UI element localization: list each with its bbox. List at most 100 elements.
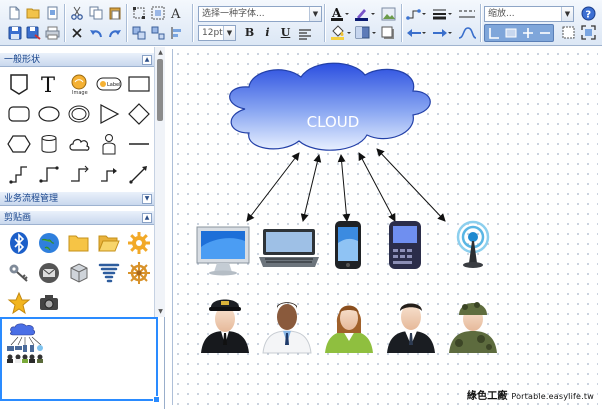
fullscreen-icon[interactable] <box>580 24 597 41</box>
outline-resize-handle[interactable] <box>153 396 160 403</box>
font-color-button[interactable]: A <box>330 5 350 22</box>
sidebar-scrollbar[interactable]: ▲ ▼ <box>154 47 165 317</box>
print-icon[interactable] <box>44 24 61 41</box>
cube-icon[interactable] <box>64 258 94 288</box>
pilot-avatar[interactable] <box>201 299 249 354</box>
blackberry-icon[interactable] <box>389 221 421 269</box>
connector-straight-shape[interactable] <box>124 159 154 189</box>
rectangle-shape[interactable] <box>124 69 154 99</box>
bold-button[interactable]: B <box>242 25 257 41</box>
label-shape[interactable]: Label <box>94 69 124 99</box>
text-size-icon[interactable]: A <box>168 4 185 21</box>
connector-arrow-shape[interactable] <box>94 159 124 189</box>
scroll-thumb[interactable] <box>157 59 163 121</box>
help-icon[interactable]: ? <box>580 5 597 22</box>
image-shape[interactable]: Image <box>64 69 94 99</box>
line-width-button[interactable] <box>432 5 454 22</box>
connector-elbow-shape[interactable] <box>4 159 34 189</box>
edge-blackberry[interactable] <box>358 152 396 222</box>
smartphone-icon[interactable] <box>335 221 361 269</box>
star-icon[interactable] <box>4 288 34 318</box>
tornado-icon[interactable] <box>94 258 124 288</box>
shadow-icon[interactable] <box>380 24 397 41</box>
camera-icon[interactable] <box>34 288 64 318</box>
triangle-shape[interactable] <box>94 99 124 129</box>
helm-icon[interactable] <box>124 258 154 288</box>
open-icon[interactable] <box>25 4 42 21</box>
delete-icon[interactable] <box>68 24 85 41</box>
line-shape[interactable] <box>124 129 154 159</box>
ellipse-shape[interactable] <box>34 99 64 129</box>
rhombus-shape[interactable] <box>124 99 154 129</box>
actor-shape[interactable] <box>94 129 124 159</box>
connector-style-button[interactable] <box>406 5 428 22</box>
cylinder-shape[interactable] <box>34 129 64 159</box>
italic-button[interactable]: i <box>260 25 275 41</box>
note-shape[interactable] <box>4 69 34 99</box>
arrow-start-button[interactable] <box>406 24 428 41</box>
cut-icon[interactable] <box>68 4 85 21</box>
edge-netbook[interactable] <box>300 154 322 222</box>
cloud-shape[interactable]: CLOUD <box>229 62 431 151</box>
arrow-end-button[interactable] <box>432 24 454 41</box>
actual-size-icon[interactable] <box>485 25 502 41</box>
fit-window-icon[interactable] <box>502 25 519 41</box>
scroll-up-icon[interactable]: ▲ <box>156 48 165 57</box>
redo-icon[interactable] <box>106 24 123 41</box>
rounded-rect-shape[interactable] <box>4 99 34 129</box>
zoom-select[interactable]: 缩放... ▼ <box>484 6 574 22</box>
undo-icon[interactable] <box>87 24 104 41</box>
align-icon[interactable] <box>168 24 185 41</box>
edge-desktop[interactable] <box>246 152 300 222</box>
text-align-icon[interactable] <box>296 25 313 42</box>
desktop-monitor-icon[interactable] <box>196 226 250 276</box>
netbook-icon[interactable] <box>259 229 319 267</box>
image-icon[interactable] <box>380 5 397 22</box>
globe-icon[interactable] <box>34 228 64 258</box>
fill-color-button[interactable] <box>330 24 352 41</box>
soldier-avatar[interactable] <box>449 302 497 353</box>
underline-button[interactable]: U <box>278 25 293 41</box>
save-as-icon[interactable] <box>25 24 42 41</box>
text-shape[interactable]: T <box>34 69 64 99</box>
connector-step-shape[interactable] <box>34 159 64 189</box>
zoom-out-icon[interactable] <box>536 25 553 41</box>
section-bpm[interactable]: 业务流程管理 ▼ <box>0 191 154 206</box>
section-general-shapes[interactable]: 一般形状 ▲ <box>0 52 154 67</box>
zoom-in-icon[interactable] <box>519 25 536 41</box>
businesswoman-avatar[interactable] <box>325 305 373 354</box>
hexagon-shape[interactable] <box>4 129 34 159</box>
page-view-icon[interactable] <box>560 24 577 41</box>
folder-icon[interactable] <box>64 228 94 258</box>
scroll-down-icon[interactable]: ▼ <box>156 307 165 316</box>
edge-smartphone[interactable] <box>337 154 351 222</box>
double-ellipse-shape[interactable] <box>64 99 94 129</box>
ungroup-icon[interactable] <box>149 24 166 41</box>
mail-icon[interactable] <box>34 258 64 288</box>
connector-curve-shape[interactable] <box>64 159 94 189</box>
import-icon[interactable] <box>44 4 61 21</box>
curve-icon[interactable] <box>458 24 478 41</box>
open-folder-icon[interactable] <box>94 228 124 258</box>
cloud-shape[interactable] <box>64 129 94 159</box>
collapse-icon[interactable]: ▲ <box>142 55 152 65</box>
paste-icon[interactable] <box>106 4 123 21</box>
edge-antenna[interactable] <box>376 148 446 222</box>
save-icon[interactable] <box>6 24 23 41</box>
businessman-avatar[interactable] <box>387 303 435 354</box>
wireless-antenna-icon[interactable] <box>456 220 490 268</box>
collapse-icon[interactable]: ▲ <box>142 213 152 223</box>
stroke-color-button[interactable] <box>354 5 376 22</box>
dash-style-button[interactable] <box>458 5 478 22</box>
select-all-icon[interactable] <box>149 4 166 21</box>
keys-icon[interactable] <box>4 258 34 288</box>
new-icon[interactable] <box>6 4 23 21</box>
doctor-avatar[interactable] <box>262 302 312 354</box>
diagram-canvas[interactable]: CLOUD 綠色工廠 Portable.easylife.tw <box>172 49 598 405</box>
bluetooth-icon[interactable] <box>4 228 34 258</box>
select-vertices-icon[interactable] <box>130 4 147 21</box>
outline-navigator[interactable] <box>0 317 160 403</box>
expand-icon[interactable]: ▼ <box>142 194 152 204</box>
font-family-select[interactable]: 选择一种字体... ▼ <box>198 6 322 22</box>
group-icon[interactable] <box>130 24 147 41</box>
